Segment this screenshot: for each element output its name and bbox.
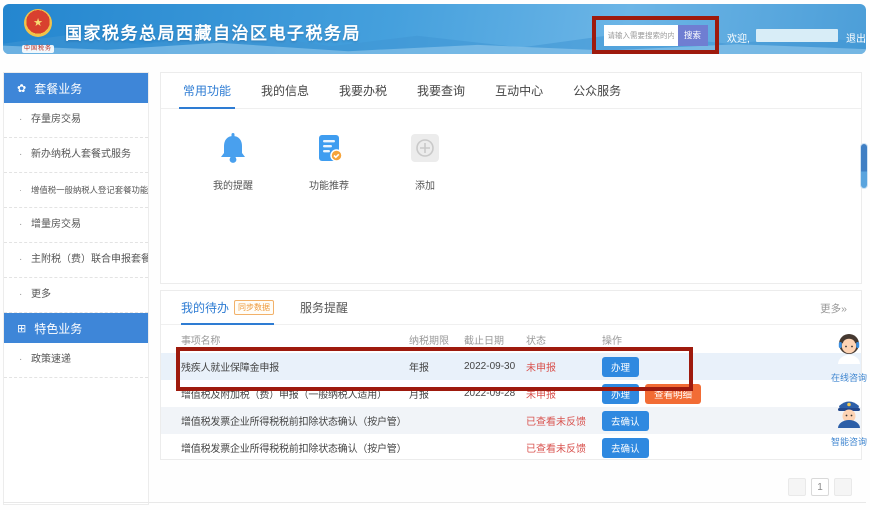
cell-item-name: 残疾人就业保障金申报 [161, 359, 409, 374]
search-input[interactable] [604, 25, 678, 46]
more-link[interactable]: 更多» [820, 301, 847, 316]
sidebar-section-special-services[interactable]: ⊞ 特色业务 [4, 313, 148, 343]
grid-icon: ⊞ [17, 322, 26, 335]
sidebar-item-policy-express[interactable]: 政策速递 [4, 343, 148, 378]
handle-button[interactable]: 办理 [602, 384, 639, 404]
handle-button[interactable]: 办理 [602, 357, 639, 377]
package-icon: ✿ [17, 82, 26, 95]
col-deadline: 截止日期 [464, 332, 526, 347]
tab-my-todo[interactable]: 我的待办 同步数据 [181, 291, 274, 324]
status-badge: 未申报 [526, 386, 602, 401]
view-detail-button[interactable]: 查看明细 [645, 384, 701, 404]
sidebar-item-new-taxpayer[interactable]: 新办纳税人套餐式服务 [4, 138, 148, 173]
col-item-name: 事项名称 [161, 332, 409, 347]
add-plus-icon [408, 131, 442, 165]
todo-panel: 我的待办 同步数据 服务提醒 更多» 事项名称 纳税期限 截止日期 状态 操作 … [160, 290, 862, 460]
search-button[interactable]: 搜索 [678, 25, 708, 46]
tab-tax-handling[interactable]: 我要办税 [339, 73, 387, 108]
sidebar-section-package-services[interactable]: ✿ 套餐业务 [4, 73, 148, 103]
pagination: 1 [788, 478, 852, 496]
smart-consult-button[interactable]: 智能咨询 [831, 396, 867, 448]
tab-public-services[interactable]: 公众服务 [573, 73, 621, 108]
cell-deadline: 2022-09-30 [464, 361, 526, 372]
shortcut-function-recommend[interactable]: 功能推荐 [297, 131, 361, 192]
bottom-divider [3, 502, 866, 503]
national-emblem-icon: ★ [24, 9, 52, 37]
confirm-button[interactable]: 去确认 [602, 411, 649, 431]
logout-button[interactable]: 退出 [846, 30, 866, 45]
main-tab-bar: 常用功能 我的信息 我要办税 我要查询 互动中心 公众服务 [161, 73, 861, 109]
sidebar-item-vat-general-registration[interactable]: 增值税一般纳税人登记套餐功能 [4, 173, 148, 208]
agent-avatar-icon [834, 332, 864, 364]
consult-dock: 在线咨询 智能咨询 [829, 332, 869, 448]
status-badge: 未申报 [526, 359, 602, 374]
shortcut-my-reminders[interactable]: 我的提醒 [201, 131, 265, 192]
consult-label: 智能咨询 [831, 435, 867, 448]
todo-tab-label: 我的待办 [181, 299, 229, 316]
tab-common-functions[interactable]: 常用功能 [183, 73, 231, 108]
officer-avatar-icon [834, 396, 864, 428]
welcome-label: 欢迎, [727, 30, 750, 45]
tax-bureau-logo: ★ 中国税务 [16, 9, 60, 54]
main-function-panel: 常用功能 我的信息 我要办税 我要查询 互动中心 公众服务 我的提醒 [160, 72, 862, 284]
confirm-button[interactable]: 去确认 [602, 438, 649, 458]
table-row[interactable]: 残疾人就业保障金申报 年报 2022-09-30 未申报 办理 [161, 353, 861, 380]
shortcut-label: 我的提醒 [201, 177, 265, 192]
sidebar-item-more[interactable]: 更多 [4, 278, 148, 313]
scrollbar-thumb[interactable] [861, 144, 867, 188]
tab-my-info[interactable]: 我的信息 [261, 73, 309, 108]
online-consult-button[interactable]: 在线咨询 [831, 332, 867, 384]
sidebar-section-title: 套餐业务 [34, 80, 82, 97]
col-action: 操作 [602, 332, 861, 347]
logo-caption: 中国税务 [22, 45, 54, 53]
cell-item-name: 增值税发票企业所得税税前扣除状态确认（按户管） [161, 413, 409, 428]
table-row[interactable]: 增值税及附加税（费）申报（一般纳税人适用） 月报 2022-09-28 未申报 … [161, 380, 861, 407]
cell-tax-period: 月报 [409, 386, 464, 401]
app-header: ★ 中国税务 国家税务总局西藏自治区电子税务局 搜索 欢迎, 退出 [3, 4, 866, 54]
consult-label: 在线咨询 [831, 371, 867, 384]
tab-interaction-center[interactable]: 互动中心 [495, 73, 543, 108]
username-redacted [756, 29, 838, 42]
shortcut-label: 添加 [393, 177, 457, 192]
cell-deadline: 2022-09-28 [464, 388, 526, 399]
shortcut-grid: 我的提醒 功能推荐 添加 [161, 109, 861, 192]
col-tax-period: 纳税期限 [409, 332, 464, 347]
cell-tax-period: 年报 [409, 359, 464, 374]
shortcut-add[interactable]: 添加 [393, 131, 457, 192]
current-page[interactable]: 1 [811, 478, 829, 496]
table-header: 事项名称 纳税期限 截止日期 状态 操作 [161, 325, 861, 353]
status-badge: 已查看未反馈 [526, 440, 602, 455]
tab-service-reminder[interactable]: 服务提醒 [300, 291, 348, 324]
cell-item-name: 增值税发票企业所得税税前扣除状态确认（按户管） [161, 440, 409, 455]
bell-icon [216, 131, 250, 165]
page-title: 国家税务总局西藏自治区电子税务局 [65, 19, 361, 44]
sidebar-item-existing-housing[interactable]: 存量房交易 [4, 103, 148, 138]
page: ★ 中国税务 国家税务总局西藏自治区电子税务局 搜索 欢迎, 退出 ✿ 套餐业务… [0, 0, 870, 510]
sidebar-item-joint-declaration[interactable]: 主附税（费）联合申报套餐 [4, 243, 148, 278]
sync-data-badge[interactable]: 同步数据 [234, 300, 274, 315]
tab-inquiry[interactable]: 我要查询 [417, 73, 465, 108]
table-row[interactable]: 增值税发票企业所得税税前扣除状态确认（按户管） 已查看未反馈 去确认 [161, 407, 861, 434]
sidebar-item-incremental-housing[interactable]: 增量房交易 [4, 208, 148, 243]
status-badge: 已查看未反馈 [526, 413, 602, 428]
document-recommend-icon [312, 131, 346, 165]
sidebar-section-title: 特色业务 [34, 320, 82, 337]
shortcut-label: 功能推荐 [297, 177, 361, 192]
search-highlight-box: 搜索 [592, 16, 719, 54]
prev-page-button[interactable] [788, 478, 806, 496]
todo-tab-bar: 我的待办 同步数据 服务提醒 更多» [161, 291, 861, 325]
cell-item-name: 增值税及附加税（费）申报（一般纳税人适用） [161, 386, 409, 401]
table-row[interactable]: 增值税发票企业所得税税前扣除状态确认（按户管） 已查看未反馈 去确认 [161, 434, 861, 461]
col-status: 状态 [526, 332, 602, 347]
next-page-button[interactable] [834, 478, 852, 496]
sidebar: ✿ 套餐业务 存量房交易 新办纳税人套餐式服务 增值税一般纳税人登记套餐功能 增… [3, 72, 149, 505]
